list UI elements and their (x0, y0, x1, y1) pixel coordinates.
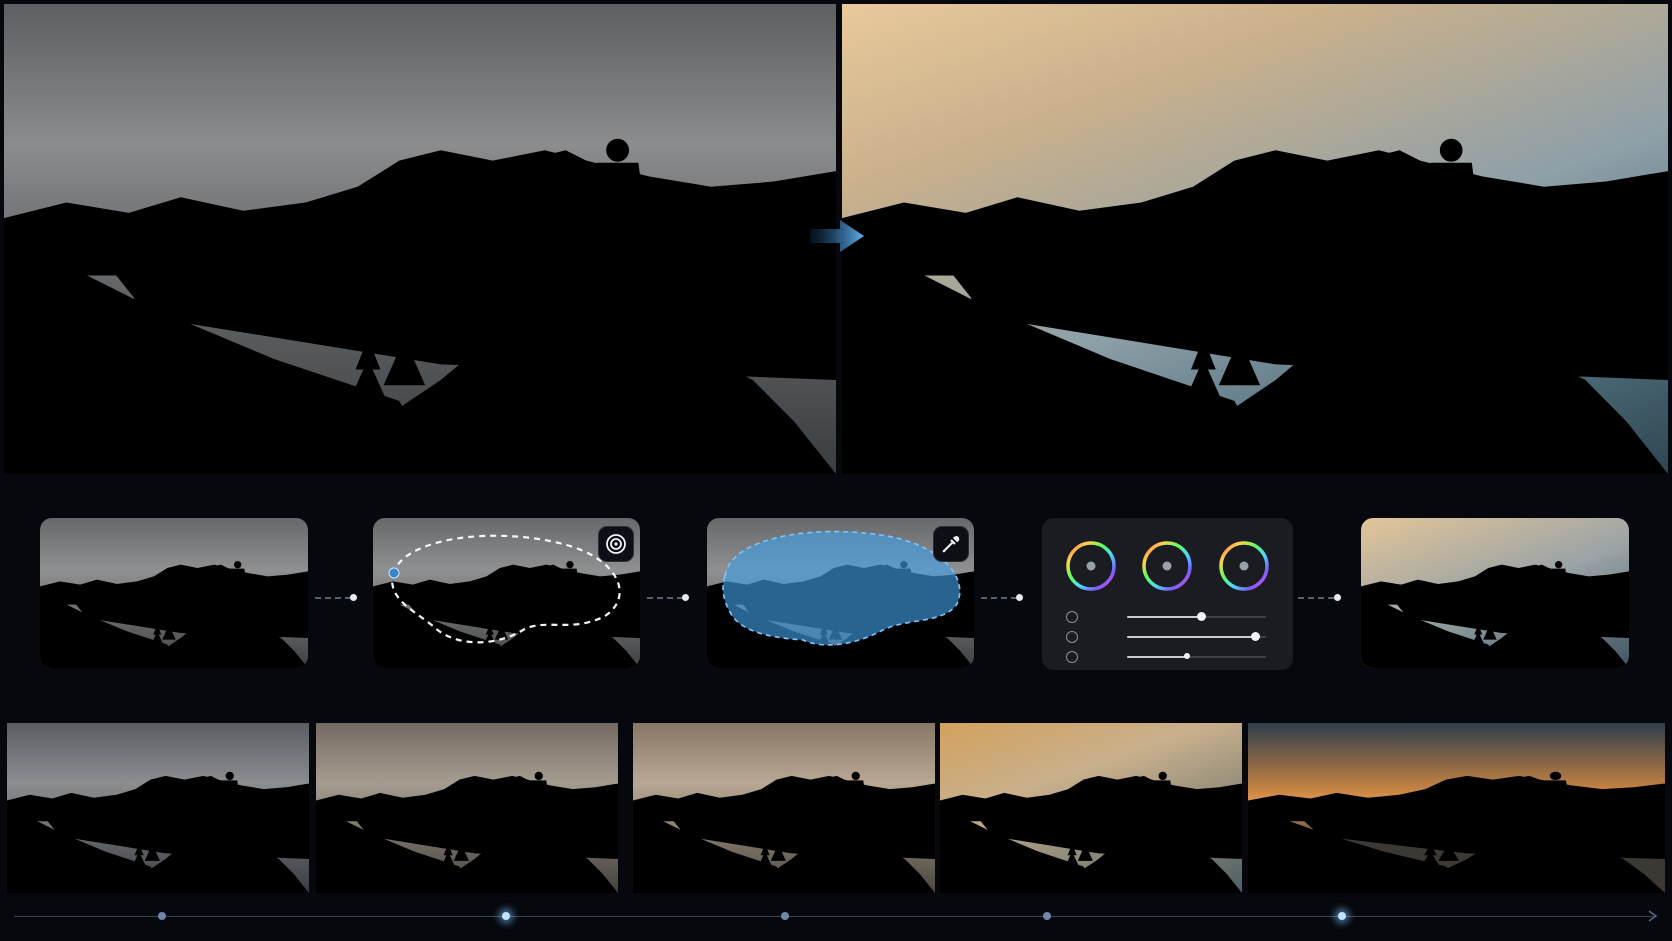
pipeline-connector (981, 597, 1017, 601)
shadows-wheel (1066, 541, 1116, 591)
midtones-wheel (1142, 541, 1192, 591)
pipeline-connector (315, 597, 351, 601)
grade-frame-2[interactable]: .s2 .m-far{fill:#6c6760}.s2 .m-main{fill… (316, 723, 618, 893)
grade-frame-3[interactable]: .s3 .m-far{fill:#7b7366}.s3 .m-main{fill… (633, 723, 935, 893)
power-icon (1066, 611, 1078, 623)
eyedropper-icon[interactable] (933, 526, 969, 562)
target-icon[interactable] (598, 526, 634, 562)
pipeline-node (1334, 594, 1341, 601)
grade-frame-5[interactable]: .s5 .m-far{fill:#7a6a56}.s5 .m-main{fill… (1248, 723, 1665, 893)
before-photo: .b .m-far{fill:#5d6166}.b .m-main{fill:#… (4, 4, 836, 474)
pipeline-node (350, 594, 357, 601)
pipeline-step-original[interactable]: .c1 .m-far{fill:#5d6166}.c1 .m-main{fill… (40, 518, 308, 668)
chevron-right-icon (1648, 910, 1658, 922)
pipeline-step-select-sky[interactable]: .c2 .m-far{fill:#5d6166}.c2 .m-main{fill… (373, 518, 640, 668)
grade-frame-1[interactable]: .s1 .m-far{fill:#5c6166}.s1 .m-main{fill… (7, 723, 309, 893)
color-wheels[interactable] (1042, 518, 1293, 618)
timeline-marker[interactable] (157, 912, 166, 920)
pipeline-step-mask[interactable]: .c3 .m-far{fill:#5d6166}.c3 .m-main{fill… (707, 518, 974, 668)
arrow-right-icon (810, 220, 864, 252)
timeline-marker[interactable] (502, 912, 510, 920)
pipeline-step-final[interactable]: .c5 .m-far{fill:#928777}.c5 .m-main{fill… (1361, 518, 1629, 668)
timeline-marker[interactable] (1338, 912, 1347, 920)
slider-3[interactable] (1066, 650, 1266, 664)
slider-2[interactable] (1066, 630, 1266, 644)
slider-1[interactable] (1066, 610, 1266, 624)
pipeline-connector (647, 597, 683, 601)
timeline-marker[interactable] (780, 912, 789, 920)
after-photo: .a .m-far{fill:#9a8f82}.a .m-main{fill:#… (842, 4, 1668, 474)
grade-frame-4[interactable]: .s4 .m-far{fill:#8f7e63}.s4 .m-main{fill… (940, 723, 1242, 893)
pipeline-connector (1298, 597, 1334, 601)
timeline-track[interactable] (14, 916, 1654, 917)
highlights-wheel (1219, 541, 1269, 591)
timer-icon (1066, 651, 1078, 663)
clock-icon (1066, 631, 1078, 643)
color-grading-panel[interactable] (1042, 518, 1293, 670)
timeline-marker[interactable] (1043, 912, 1052, 920)
pipeline-node (1016, 594, 1023, 601)
pipeline-node (682, 594, 689, 601)
